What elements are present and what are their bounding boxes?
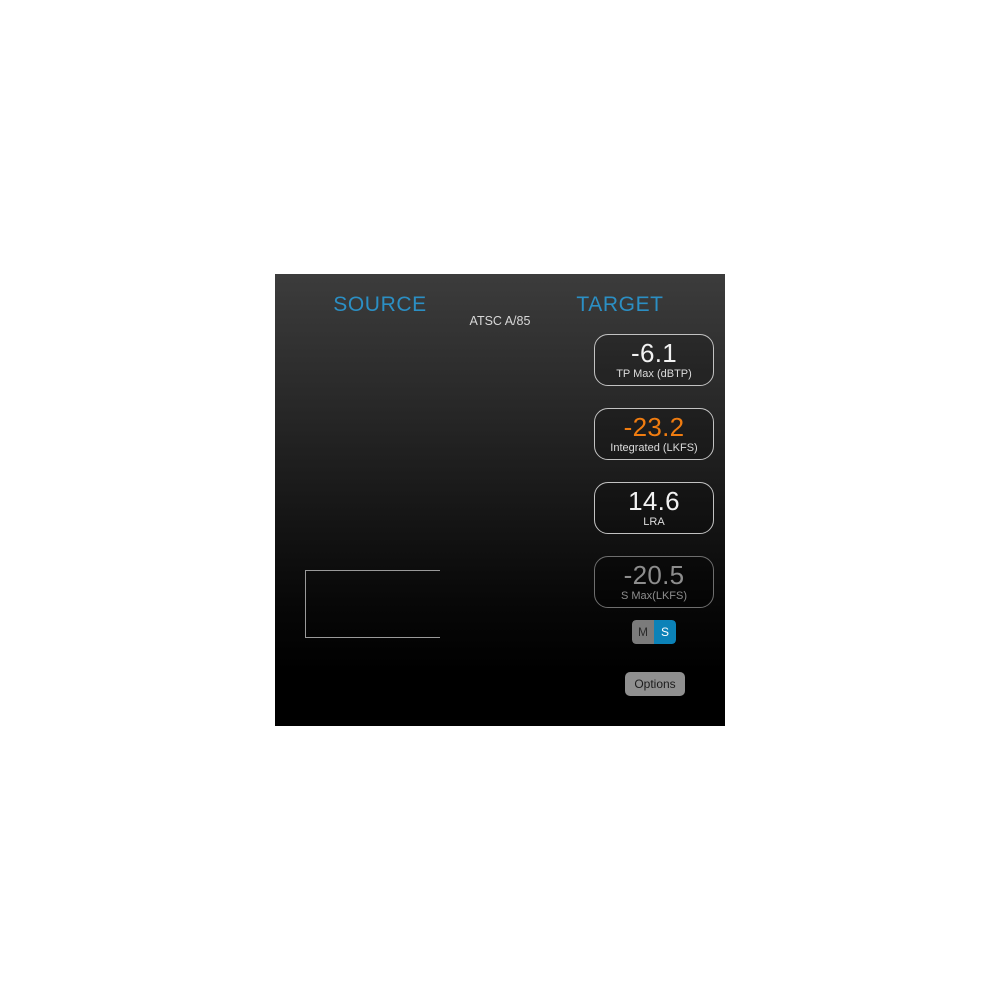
source-value-number-tp-max: -6.1 [630,337,677,368]
source-value-label-lra: LRA [643,515,665,528]
source-value-label-integrated: Integrated (LKFS) [610,441,698,454]
source-value-label-s-max: S Max(LKFS) [620,589,687,602]
source-value-s-max[interactable]: -20.5 S Max(LKFS) [594,556,714,608]
dynamics-label: Dynamics [715,643,725,657]
source-value-integrated[interactable]: -23.2 Integrated (LKFS) [594,408,714,460]
lm-correct-plugin-panel: SOURCE TARGET ATSC A/85 -6.1 TP Max (dBT… [275,274,725,726]
meter-row-lra: 14.6 LRA 15.0 LRA (Max) [275,482,725,534]
ms-toggle-mono[interactable]: M [632,620,654,644]
options-button[interactable]: Options [625,672,685,696]
ms-mode-toggle[interactable]: M S [632,620,676,644]
source-value-number-integrated: -23.2 [623,411,685,442]
ms-toggle-stereo[interactable]: S [654,620,676,644]
source-value-number-s-max: -20.5 [623,559,685,590]
source-value-number-lra: 14.6 [628,485,680,516]
source-value-lra[interactable]: 14.6 LRA [594,482,714,534]
preset-name-label: ATSC A/85 [469,314,531,328]
ms-bracket-connector [305,570,440,638]
source-value-tp-max[interactable]: -6.1 TP Max (dBTP) [594,334,714,386]
meter-row-integrated: -23.2 Integrated (LKFS) -24.0 Integrated… [275,408,725,460]
meter-row-tp-max: -6.1 TP Max (dBTP) Limit -2.0 TP Max (dB… [275,334,725,386]
link-label-tp-max: Limit [715,371,725,385]
source-value-label-tp-max: TP Max (dBTP) [616,367,692,380]
presets-label[interactable]: Presets [715,695,725,709]
